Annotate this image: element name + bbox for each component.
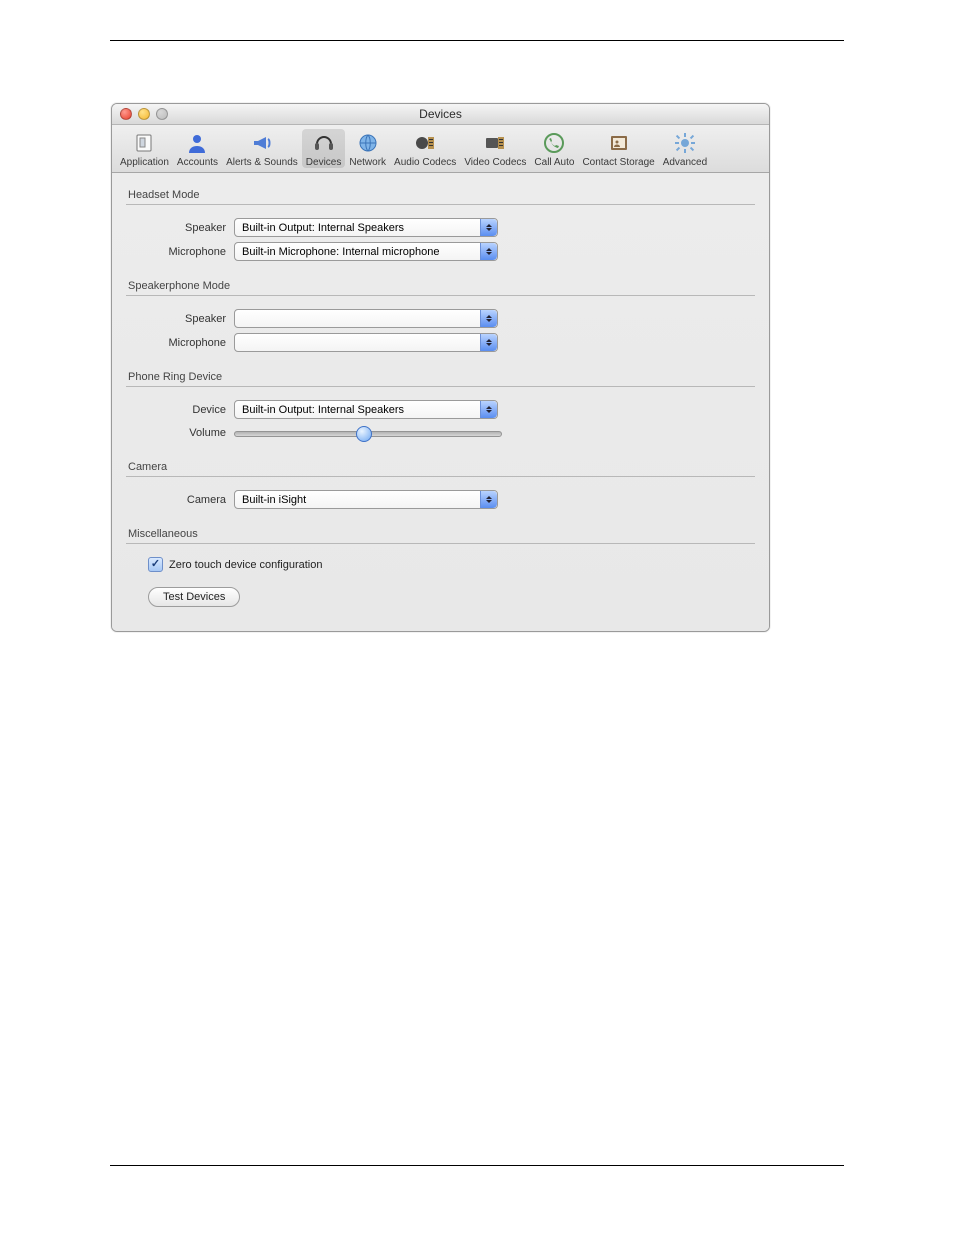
page-top-rule [110, 40, 844, 41]
chevron-updown-icon [480, 334, 497, 351]
toolbar-tab-advanced[interactable]: Advanced [659, 129, 711, 168]
toolbar-tab-contact-storage[interactable]: Contact Storage [578, 129, 658, 168]
application-icon [130, 131, 158, 155]
megaphone-icon [248, 131, 276, 155]
slider-knob[interactable] [356, 426, 372, 442]
toolbar-label: Devices [306, 157, 342, 168]
preferences-toolbar: Application Accounts Alerts & Sounds Dev… [112, 125, 769, 173]
button-test-devices[interactable]: Test Devices [148, 587, 240, 607]
user-icon [183, 131, 211, 155]
video-codec-icon [481, 131, 509, 155]
toolbar-tab-network[interactable]: Network [345, 129, 390, 168]
window-titlebar: Devices [112, 104, 769, 125]
toolbar-label: Application [120, 157, 169, 168]
chevron-updown-icon [480, 401, 497, 418]
select-camera[interactable]: Built-in iSight [234, 490, 498, 509]
gear-icon [671, 131, 699, 155]
toolbar-tab-accounts[interactable]: Accounts [173, 129, 222, 168]
label-speakerphone-microphone: Microphone [130, 337, 234, 349]
toolbar-label: Network [349, 157, 386, 168]
section-miscellaneous: Miscellaneous [126, 524, 755, 544]
content-pane: Headset Mode Speaker Built-in Output: In… [112, 173, 769, 631]
page-bottom-rule [110, 1165, 844, 1166]
chevron-updown-icon [480, 243, 497, 260]
chevron-updown-icon [480, 491, 497, 508]
chevron-updown-icon [480, 310, 497, 327]
label-headset-speaker: Speaker [130, 222, 234, 234]
toolbar-tab-call-auto[interactable]: Call Auto [530, 129, 578, 168]
checkbox-box: ✓ [148, 557, 163, 572]
audio-codec-icon [411, 131, 439, 155]
preferences-window: Devices Application Accounts Alerts & [111, 103, 770, 632]
check-icon: ✓ [151, 559, 160, 570]
slider-ring-volume[interactable] [234, 424, 502, 442]
toolbar-tab-audio-codecs[interactable]: Audio Codecs [390, 129, 460, 168]
checkbox-label: Zero touch device configuration [169, 559, 322, 571]
headset-icon [310, 131, 338, 155]
toolbar-tab-devices[interactable]: Devices [302, 129, 346, 168]
label-speakerphone-speaker: Speaker [130, 313, 234, 325]
toolbar-label: Advanced [663, 157, 707, 168]
section-speakerphone-mode: Speakerphone Mode [126, 276, 755, 296]
label-ring-volume: Volume [130, 427, 234, 439]
select-speakerphone-speaker[interactable] [234, 309, 498, 328]
section-phone-ring-device: Phone Ring Device [126, 367, 755, 387]
label-headset-microphone: Microphone [130, 246, 234, 258]
toolbar-tab-video-codecs[interactable]: Video Codecs [460, 129, 530, 168]
label-camera: Camera [130, 494, 234, 506]
select-value: Built-in Output: Internal Speakers [242, 222, 404, 234]
select-value: Built-in iSight [242, 494, 306, 506]
section-camera: Camera [126, 457, 755, 477]
toolbar-label: Accounts [177, 157, 218, 168]
checkbox-zero-touch[interactable]: ✓ Zero touch device configuration [148, 557, 322, 572]
select-speakerphone-microphone[interactable] [234, 333, 498, 352]
toolbar-label: Call Auto [534, 157, 574, 168]
network-icon [354, 131, 382, 155]
toolbar-tab-alerts-sounds[interactable]: Alerts & Sounds [222, 129, 302, 168]
select-value: Built-in Output: Internal Speakers [242, 404, 404, 416]
window-title: Devices [112, 107, 769, 121]
select-headset-microphone[interactable]: Built-in Microphone: Internal microphone [234, 242, 498, 261]
chevron-updown-icon [480, 219, 497, 236]
toolbar-label: Contact Storage [582, 157, 654, 168]
section-headset-mode: Headset Mode [126, 185, 755, 205]
select-headset-speaker[interactable]: Built-in Output: Internal Speakers [234, 218, 498, 237]
toolbar-label: Audio Codecs [394, 157, 456, 168]
toolbar-tab-application[interactable]: Application [116, 129, 173, 168]
contact-storage-icon [605, 131, 633, 155]
label-ring-device: Device [130, 404, 234, 416]
toolbar-label: Video Codecs [464, 157, 526, 168]
call-auto-icon [540, 131, 568, 155]
select-ring-device[interactable]: Built-in Output: Internal Speakers [234, 400, 498, 419]
select-value: Built-in Microphone: Internal microphone [242, 246, 440, 258]
toolbar-label: Alerts & Sounds [226, 157, 298, 168]
